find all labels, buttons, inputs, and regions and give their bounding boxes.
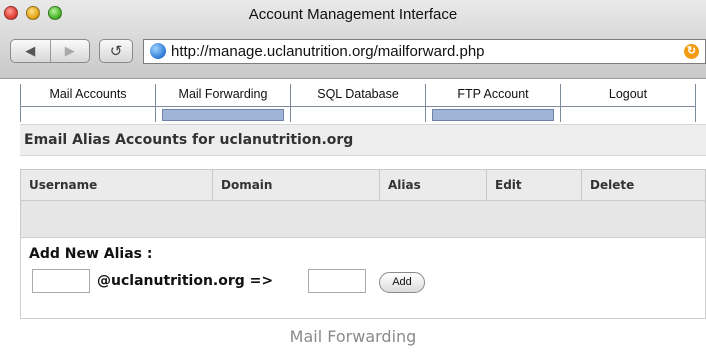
tab-sql-database[interactable]: SQL Database <box>290 84 425 122</box>
empty-table-cell <box>20 200 706 240</box>
table-row-empty <box>20 200 706 240</box>
domain-label: @uclanutrition.org => <box>97 273 274 289</box>
add-alias-title: Add New Alias : <box>29 246 153 262</box>
tab-label: SQL Database <box>317 87 399 101</box>
tab-label: Mail Accounts <box>49 87 127 101</box>
add-alias-panel: Add New Alias : @uclanutrition.org => Ad… <box>20 237 706 319</box>
tab-logout[interactable]: Logout <box>560 84 695 122</box>
figure-caption: Mail Forwarding <box>289 327 417 346</box>
column-header-domain: Domain <box>212 169 380 201</box>
tab-mail-accounts[interactable]: Mail Accounts <box>21 84 155 122</box>
snapback-icon[interactable]: ↻ <box>684 44 699 59</box>
tab-label: Mail Forwarding <box>178 87 268 101</box>
table-header-row: Username Domain Alias Edit Delete <box>20 169 706 201</box>
nav-tabs: Mail Accounts Mail Forwarding SQL Databa… <box>20 84 696 122</box>
forward-arrow-icon[interactable]: ▶ <box>49 40 90 62</box>
active-tab-indicator <box>432 109 554 121</box>
alias-table: Username Domain Alias Edit Delete <box>20 169 706 240</box>
tab-ftp-account[interactable]: FTP Account <box>425 84 560 122</box>
window-titlebar: Account Management Interface ◀ ▶ ↺ http:… <box>0 0 706 79</box>
tab-label: FTP Account <box>457 87 529 101</box>
window-title: Account Management Interface <box>248 6 458 23</box>
back-forward-buttons: ◀ ▶ <box>10 39 90 63</box>
column-header-edit: Edit <box>486 169 582 201</box>
tab-mail-forwarding[interactable]: Mail Forwarding <box>155 84 290 122</box>
alias-username-input[interactable] <box>32 269 90 293</box>
active-tab-indicator <box>162 109 284 121</box>
back-arrow-icon[interactable]: ◀ <box>11 40 50 62</box>
url-text[interactable]: http://manage.uclanutrition.org/mailforw… <box>171 43 485 60</box>
column-header-username: Username <box>20 169 213 201</box>
forward-target-input[interactable] <box>308 269 366 293</box>
column-header-delete: Delete <box>581 169 706 201</box>
tab-label: Logout <box>608 87 648 101</box>
reload-icon[interactable]: ↺ <box>99 39 133 63</box>
section-title: Email Alias Accounts for uclanutrition.o… <box>20 124 706 156</box>
address-bar[interactable]: http://manage.uclanutrition.org/mailforw… <box>143 39 706 64</box>
column-header-alias: Alias <box>379 169 487 201</box>
globe-icon <box>150 43 166 59</box>
add-button[interactable]: Add <box>379 272 425 293</box>
